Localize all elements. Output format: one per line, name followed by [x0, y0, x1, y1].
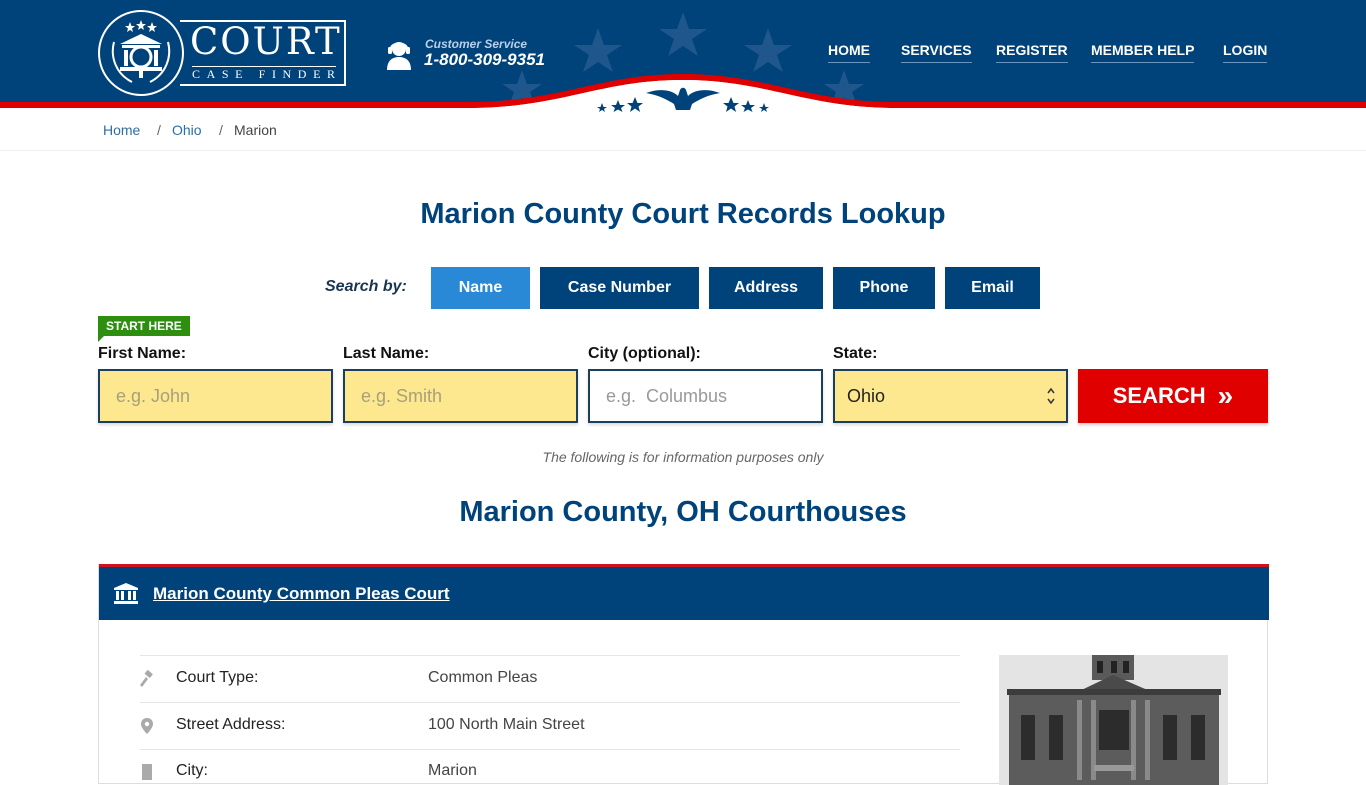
page-title: Marion County Court Records Lookup	[420, 198, 946, 230]
map-pin-icon	[141, 718, 153, 734]
street-address-value: 100 North Main Street	[428, 716, 585, 733]
nav-member-help[interactable]: MEMBER HELP	[1091, 42, 1195, 63]
courthouse-icon	[114, 583, 138, 604]
breadcrumb-separator: /	[219, 122, 223, 138]
double-chevron-right-icon: »	[1217, 380, 1234, 411]
breadcrumb-separator: /	[157, 122, 161, 138]
star-decoration	[574, 28, 622, 72]
state-label: State:	[833, 345, 878, 362]
logo-emblem	[98, 10, 184, 96]
tab-case-number[interactable]: Case Number	[540, 267, 699, 309]
search-button-label: SEARCH	[1112, 383, 1206, 408]
select-arrows-icon	[1047, 387, 1055, 405]
star-decoration	[744, 28, 792, 72]
court-name-link[interactable]: Marion County Common Pleas Court	[153, 584, 450, 604]
court-card-header: Marion County Common Pleas Court	[99, 564, 1269, 620]
tab-email[interactable]: Email	[945, 267, 1040, 309]
breadcrumb-ohio[interactable]: Ohio	[172, 122, 202, 138]
customer-service-label: Customer Service	[425, 37, 528, 51]
nav-services[interactable]: SERVICES	[901, 42, 972, 63]
star-decoration	[659, 12, 707, 56]
courthouse-photo-image	[999, 655, 1228, 785]
breadcrumb-divider	[0, 150, 1366, 151]
tab-name[interactable]: Name	[431, 267, 530, 309]
state-select[interactable]: Ohio	[833, 369, 1068, 423]
building-icon	[142, 764, 152, 780]
city-input[interactable]	[588, 369, 823, 423]
logo-subtitle: CASE FINDER	[192, 67, 342, 81]
gavel-icon	[140, 670, 153, 687]
first-name-label: First Name:	[98, 345, 187, 362]
breadcrumb-home[interactable]: Home	[103, 122, 140, 138]
courthouses-title: Marion County, OH Courthouses	[459, 496, 907, 528]
court-type-label: Court Type:	[176, 669, 259, 686]
court-type-value: Common Pleas	[428, 669, 538, 686]
city-detail-label: City:	[176, 762, 208, 779]
last-name-input[interactable]	[343, 369, 578, 423]
nav-home[interactable]: HOME	[828, 42, 870, 63]
courthouse-magnifier-icon	[111, 20, 171, 83]
tab-phone[interactable]: Phone	[833, 267, 935, 309]
city-detail-value: Marion	[428, 762, 477, 779]
site-header: COURT CASE FINDER Customer Service 1-800…	[0, 0, 1366, 112]
nav-register[interactable]: REGISTER	[996, 42, 1068, 63]
first-name-input[interactable]	[98, 369, 333, 423]
disclaimer-text: The following is for information purpose…	[542, 449, 824, 465]
search-button[interactable]: SEARCH »	[1078, 369, 1268, 423]
court-case-finder-logo[interactable]: COURT CASE FINDER	[98, 10, 348, 96]
city-label: City (optional):	[588, 345, 701, 362]
customer-service-phone[interactable]: 1-800-309-9351	[424, 50, 545, 70]
nav-login[interactable]: LOGIN	[1223, 42, 1268, 63]
search-by-label: Search by:	[325, 278, 407, 295]
street-address-label: Street Address:	[176, 716, 286, 733]
logo-title: COURT	[190, 20, 342, 63]
breadcrumb-current: Marion	[234, 122, 277, 138]
headset-icon	[387, 42, 411, 70]
tab-address[interactable]: Address	[709, 267, 823, 309]
court-card: Marion County Common Pleas Court Court T…	[98, 564, 1269, 785]
start-here-badge: START HERE	[98, 316, 190, 342]
state-select-value: Ohio	[847, 385, 886, 406]
last-name-label: Last Name:	[343, 345, 430, 362]
courthouse-photo	[999, 655, 1228, 785]
